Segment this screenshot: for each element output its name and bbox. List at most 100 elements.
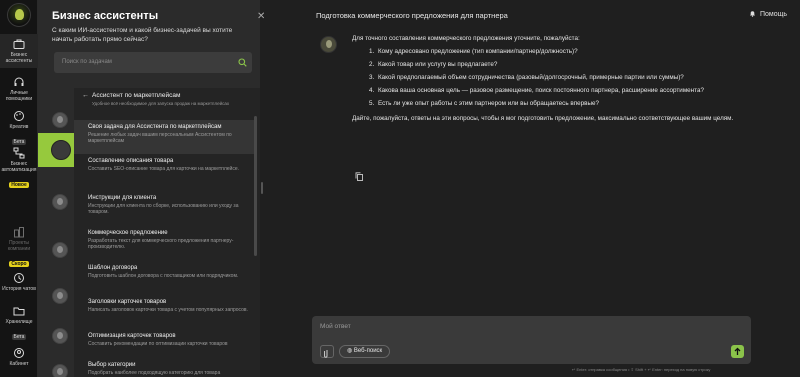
paperclip-icon (324, 350, 328, 358)
history-icon (14, 273, 24, 283)
rail-item-label: Кабинет (9, 361, 29, 367)
rail-item-personal-assistants[interactable]: Личные помощники (0, 76, 38, 102)
rail-item-label: История чатов (2, 286, 36, 292)
question-item: Какой предполагаемый объем сотрудничеств… (376, 73, 752, 83)
web-search-label: Веб-поиск (353, 348, 383, 354)
task-desc: Подготовить шаблон договора с поставщико… (88, 273, 239, 279)
rail-item-automation[interactable]: Бизнес автоматизация Новое (0, 147, 38, 191)
assistant-avatar[interactable] (52, 328, 68, 344)
rail-item-business-assistants[interactable]: Бизнес ассистенты (0, 34, 38, 68)
message-outro: Дайте, пожалуйста, ответы на эти вопросы… (352, 115, 734, 122)
rail-item-label: Личные помощники (5, 90, 33, 102)
help-label: Помощь (760, 11, 788, 18)
rail-item-label: Бизнес ассистенты (5, 52, 33, 64)
folder-icon (13, 307, 25, 316)
task-desc: Составить SEO-описание товара для карточ… (88, 166, 240, 172)
assistant-avatar (320, 36, 337, 53)
task-desc: Решение любых задач вашим персональным А… (88, 132, 232, 144)
assistant-avatar[interactable] (52, 194, 68, 210)
task-title: Шаблон договора (88, 265, 138, 271)
back-arrow-icon[interactable]: ← (82, 92, 89, 99)
copy-icon[interactable] (355, 172, 363, 181)
logo[interactable] (7, 3, 31, 27)
task-title: Инструкции для клиента (88, 195, 157, 201)
task-title: Коммерческое предложение (88, 230, 168, 236)
question-item: Есть ли уже опыт работы с этим партнером… (376, 99, 752, 109)
task-title: Оптимизация карточек товаров (88, 333, 176, 339)
rail-item-cabinet[interactable]: Кабинет (0, 347, 38, 367)
chat-area: Подготовка коммерческого предложения для… (264, 0, 800, 377)
panel-subtitle: С каким ИИ-ассистентом и какой бизнес-за… (52, 27, 233, 43)
task-desc: Написать заголовок карточки товара с уче… (88, 307, 248, 313)
user-circle-icon (14, 348, 24, 358)
assistant-avatar (51, 140, 71, 160)
question-item: Какой товар или услугу вы предлагаете? (376, 60, 752, 70)
task-desc: Составить рекомендации по оптимизации ка… (88, 341, 228, 347)
beta-badge: Бета (11, 139, 27, 145)
arrow-up-icon (734, 347, 741, 355)
beta-badge: Бета (11, 334, 27, 340)
flow-icon (13, 147, 25, 159)
task-item[interactable]: Инструкции для клиента Инструкции для кл… (74, 191, 254, 225)
active-assistant-marker[interactable] (38, 133, 74, 167)
search-input[interactable]: Поиск по задачам (62, 59, 112, 65)
task-item[interactable]: Своя задача для Ассистента по маркетплей… (74, 120, 254, 154)
assistant-list: ← Ассистент по маркетплейсам Удобное всё… (38, 88, 260, 377)
assistant-header: ← Ассистент по маркетплейсам Удобное всё… (74, 88, 260, 112)
send-button[interactable] (731, 345, 744, 358)
task-item[interactable]: Коммерческое предложение Разработать тек… (74, 226, 254, 260)
briefcase-icon (13, 39, 25, 49)
chat-title: Подготовка коммерческого предложения для… (316, 11, 508, 20)
task-title: Выбор категории (88, 362, 136, 368)
task-title: Заголовки карточек товаров (88, 299, 167, 305)
assistant-title: Ассистент по маркетплейсам (92, 92, 181, 99)
task-desc: Подобрать наиболее подходящую категорию … (88, 370, 221, 376)
task-desc: Разработать текст для коммерческого пред… (88, 238, 234, 250)
message-intro: Для точного составления коммерческого пр… (352, 35, 580, 42)
new-badge: Новое (9, 182, 29, 188)
rail-item-label: Креатив (9, 124, 29, 130)
message-composer[interactable]: Мой ответ ◍ Веб-поиск (312, 316, 751, 364)
task-list-scrollbar[interactable] (254, 116, 257, 256)
web-search-button[interactable]: ◍ Веб-поиск (339, 345, 391, 358)
task-title: Своя задача для Ассистента по маркетплей… (88, 124, 222, 130)
assistant-avatar[interactable] (52, 242, 68, 258)
question-list: Кому адресовано предложение (тип компани… (368, 47, 752, 109)
search-box[interactable]: Поиск по задачам (54, 52, 252, 73)
assistant-avatar[interactable] (52, 112, 68, 128)
task-item[interactable]: Заголовки карточек товаров Написать заго… (74, 295, 254, 329)
panel-resize-handle[interactable] (261, 182, 263, 194)
question-item: Какова ваша основная цель — разовое разм… (376, 86, 752, 96)
task-title: Составление описания товара (88, 158, 174, 164)
rail-item-chat-history[interactable]: История чатов (0, 272, 38, 292)
keyboard-hint: ↵ Enter: отправка сообщения • ⇧ Shift + … (572, 367, 711, 372)
panel-title: Бизнес ассистенты (52, 10, 159, 22)
assistant-tasks-panel: ← Ассистент по маркетплейсам Удобное всё… (38, 88, 260, 377)
task-item[interactable]: Шаблон договора Подготовить шаблон догов… (74, 261, 254, 295)
assistant-message: Для точного составления коммерческого пр… (352, 34, 752, 124)
rail-item-label: Бизнес автоматизация (1, 161, 37, 173)
rail-item-label: Проекты компании (7, 240, 31, 252)
assistants-panel: Бизнес ассистенты ✕ С каким ИИ-ассистент… (38, 0, 265, 377)
assistant-avatar[interactable] (52, 288, 68, 304)
rail-item-company-projects: Проекты компании Скоро (0, 226, 38, 270)
left-rail: Бизнес ассистенты Личные помощники Креат… (0, 0, 38, 377)
soon-badge: Скоро (9, 261, 29, 267)
task-item[interactable]: Составление описания товара Составить SE… (74, 154, 254, 188)
task-desc: Инструкции для клиента по сборке, исполь… (88, 203, 239, 215)
assistant-avatar[interactable] (52, 364, 68, 377)
question-item: Кому адресовано предложение (тип компани… (376, 47, 752, 57)
assistant-subtitle: Удобное всё необходимое для запуска прод… (92, 101, 230, 106)
rail-item-storage[interactable]: Хранилище Бета (0, 305, 38, 343)
search-icon[interactable] (238, 58, 247, 67)
app-window: Бизнес ассистенты Личные помощники Креат… (0, 0, 800, 377)
buildings-icon (14, 227, 24, 238)
attach-button[interactable] (320, 345, 334, 358)
palette-icon (14, 111, 24, 121)
rail-item-label: Хранилище (5, 319, 33, 325)
message-input[interactable]: Мой ответ (320, 323, 351, 330)
headset-icon (14, 77, 24, 86)
help-button[interactable]: Помощь (749, 10, 787, 18)
task-item[interactable]: Выбор категории Подобрать наиболее подхо… (74, 358, 254, 377)
rail-item-creative[interactable]: Креатив Бета (0, 110, 38, 148)
